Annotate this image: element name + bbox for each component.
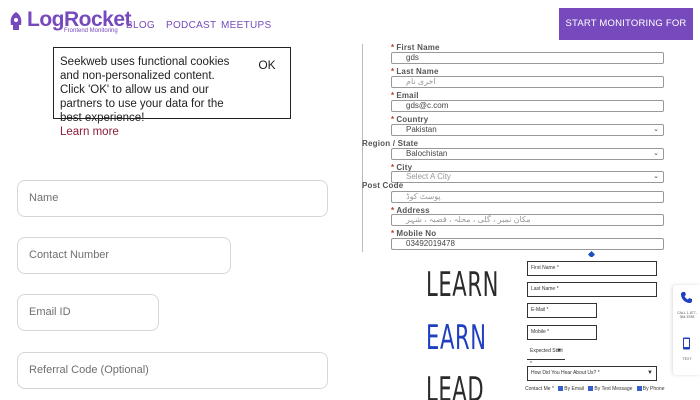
opt-email: By Email bbox=[564, 386, 585, 392]
sf-hear-about-value: How Did You Hear About Us? * bbox=[531, 370, 600, 376]
nav-blog[interactable]: BLOG bbox=[126, 20, 155, 31]
sf-expected-start-select[interactable]: Expected Start * ▼ bbox=[527, 345, 565, 367]
city-value: Select A City bbox=[406, 172, 451, 181]
country-select[interactable]: Pakistan ⌄ bbox=[391, 124, 664, 136]
caret-down-icon: ▼ bbox=[647, 370, 653, 376]
email-id-input[interactable]: Email ID bbox=[17, 294, 159, 331]
cookie-consent-popup: Seekweb uses functional cookies and non-… bbox=[53, 47, 291, 138]
chevron-down-icon: ⌄ bbox=[653, 126, 659, 133]
mobile-label: * Mobile No bbox=[391, 229, 437, 238]
email-label: * Email bbox=[391, 91, 419, 100]
city-select[interactable]: Select A City ⌄ bbox=[391, 171, 664, 183]
email-field[interactable]: gds@c.com bbox=[391, 100, 664, 112]
chevron-down-icon: ⌄ bbox=[653, 173, 659, 180]
region-label: Region / State bbox=[362, 139, 419, 148]
inquiry-form: First Name * Last Name * E-Mail * Mobile… bbox=[525, 257, 664, 400]
call-label: CALL 1-877-354-5785 bbox=[677, 311, 697, 319]
caret-down-icon: ▼ bbox=[556, 348, 562, 354]
postcode-label: Post Code bbox=[362, 181, 404, 190]
cookie-ok-button[interactable]: OK bbox=[250, 56, 284, 74]
sf-last-name-field[interactable]: Last Name * bbox=[527, 282, 657, 297]
checkbox-text[interactable] bbox=[588, 386, 594, 392]
learn-more-link[interactable]: Learn more bbox=[60, 125, 232, 139]
checkbox-phone[interactable] bbox=[636, 386, 642, 392]
contact-number-input[interactable]: Contact Number bbox=[17, 237, 231, 274]
sf-mobile-field[interactable]: Mobile * bbox=[527, 325, 597, 340]
text-label: TEXT bbox=[682, 357, 692, 361]
region-value: Balochistan bbox=[406, 149, 448, 158]
referral-code-input[interactable]: Referral Code (Optional) bbox=[17, 352, 328, 389]
sf-hear-about-select[interactable]: How Did You Hear About Us? * ▼ bbox=[527, 366, 657, 381]
address-field[interactable]: مکان نمبر ، گلی ، محلہ ، قصبہ ، شہر bbox=[391, 214, 664, 226]
mobile-icon[interactable] bbox=[680, 337, 693, 350]
nav-meetups[interactable]: MEETUPS bbox=[221, 20, 271, 31]
cookie-message: Seekweb uses functional cookies and non-… bbox=[60, 55, 232, 139]
sf-first-name-field[interactable]: First Name * bbox=[527, 261, 657, 276]
start-monitoring-button[interactable]: START MONITORING FOR FREE bbox=[559, 8, 693, 61]
first-name-field[interactable]: gds bbox=[391, 52, 664, 64]
lead-word: LEAD bbox=[426, 370, 485, 400]
last-name-label: * Last Name bbox=[391, 67, 439, 76]
floating-contact-bar: CALL 1-877-354-5785 TEXT bbox=[673, 285, 700, 375]
last-name-field[interactable]: آخری نام bbox=[391, 76, 664, 88]
mobile-field[interactable]: 03492019478 bbox=[391, 238, 664, 250]
sf-email-field[interactable]: E-Mail * bbox=[527, 303, 597, 318]
checkbox-email[interactable] bbox=[558, 386, 564, 392]
opt-text: By Text Message bbox=[594, 386, 633, 392]
learn-word: LEARN bbox=[426, 265, 500, 305]
country-value: Pakistan bbox=[406, 125, 437, 134]
sf-contact-options: Contact Me * By Email By Text Message By… bbox=[525, 386, 664, 392]
sf-contact-label: Contact Me * bbox=[525, 386, 554, 392]
divider bbox=[362, 44, 363, 252]
postcode-field[interactable]: پوسٹ کوڈ bbox=[391, 191, 664, 203]
cookie-text: Seekweb uses functional cookies and non-… bbox=[60, 56, 230, 124]
country-label: * Country bbox=[391, 115, 429, 124]
logo-subtitle: Frontend Monitoring bbox=[64, 28, 118, 34]
opt-phone: By Phone bbox=[642, 386, 665, 392]
name-input[interactable]: Name bbox=[17, 180, 328, 217]
region-select[interactable]: Balochistan ⌄ bbox=[391, 148, 664, 160]
earn-word: EARN bbox=[426, 318, 487, 358]
chevron-down-icon: ⌄ bbox=[653, 150, 659, 157]
phone-icon[interactable] bbox=[680, 291, 693, 304]
nav-podcast[interactable]: PODCAST bbox=[166, 20, 216, 31]
rocket-logo-icon bbox=[10, 12, 22, 30]
first-name-label: * First Name bbox=[391, 43, 440, 52]
